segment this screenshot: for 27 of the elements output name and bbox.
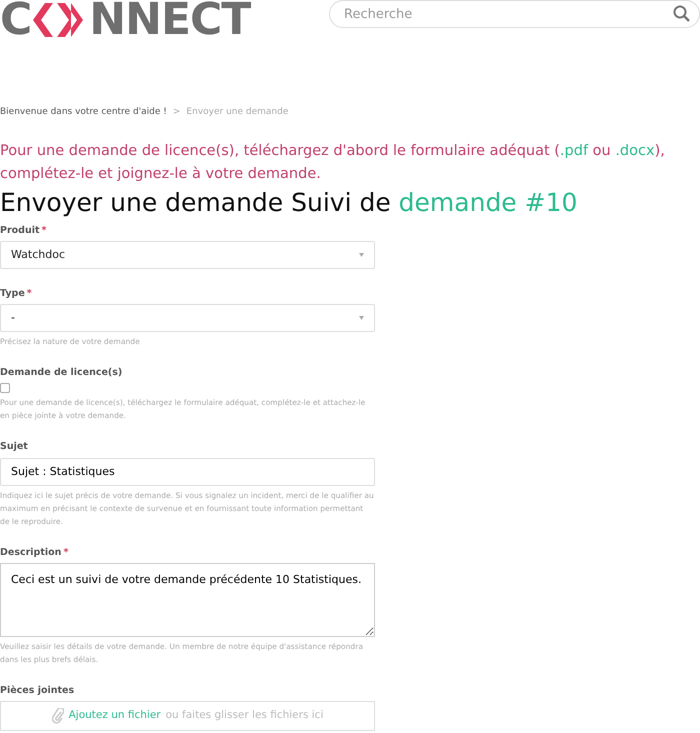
notice-text: ou [592,142,612,158]
logo-text: NNECT [89,0,250,44]
caret-icon [359,316,364,320]
select-field[interactable]: Watchdoc [0,240,375,269]
caret-icon [359,252,364,257]
notice-text: Pour une demande de licence(s), téléchargez d'abord le formulaire adéquat ( [0,142,560,158]
text-field[interactable]: Sujet : Statistiques [0,458,375,486]
field-label: Demande de licence(s) [0,366,124,380]
logo-text: C [0,0,32,44]
field-label: Description * [0,546,70,560]
search-icon[interactable] [673,5,690,22]
paperclip-icon [52,708,64,724]
field-label: Sujet [0,440,29,454]
select-field[interactable]: - [0,304,375,332]
page-heading: Envoyer une demande Suivi de demande #10 [0,188,578,218]
checkbox[interactable] [0,383,10,394]
description-field[interactable]: Ceci est un suivi de votre demande précédente 10 Statistiques. [0,562,375,637]
notice-text: ), [654,142,665,158]
field-label: Produit * [0,224,48,238]
field-label: Pièces jointes [0,684,76,698]
search-field[interactable]: Recherche [329,0,700,28]
notice-text: complétez-le et joignez-le à votre demande. [0,166,321,182]
breadcrumb-link[interactable]: Bienvenue dans votre centre d'aide ! [0,107,167,117]
current-page: Envoyer une demande [186,107,288,117]
upload-hint: ou faites glisser les fichiers ici [166,708,324,724]
field-label: Type * [0,286,33,301]
breadcrumb-separator: > [172,107,180,117]
